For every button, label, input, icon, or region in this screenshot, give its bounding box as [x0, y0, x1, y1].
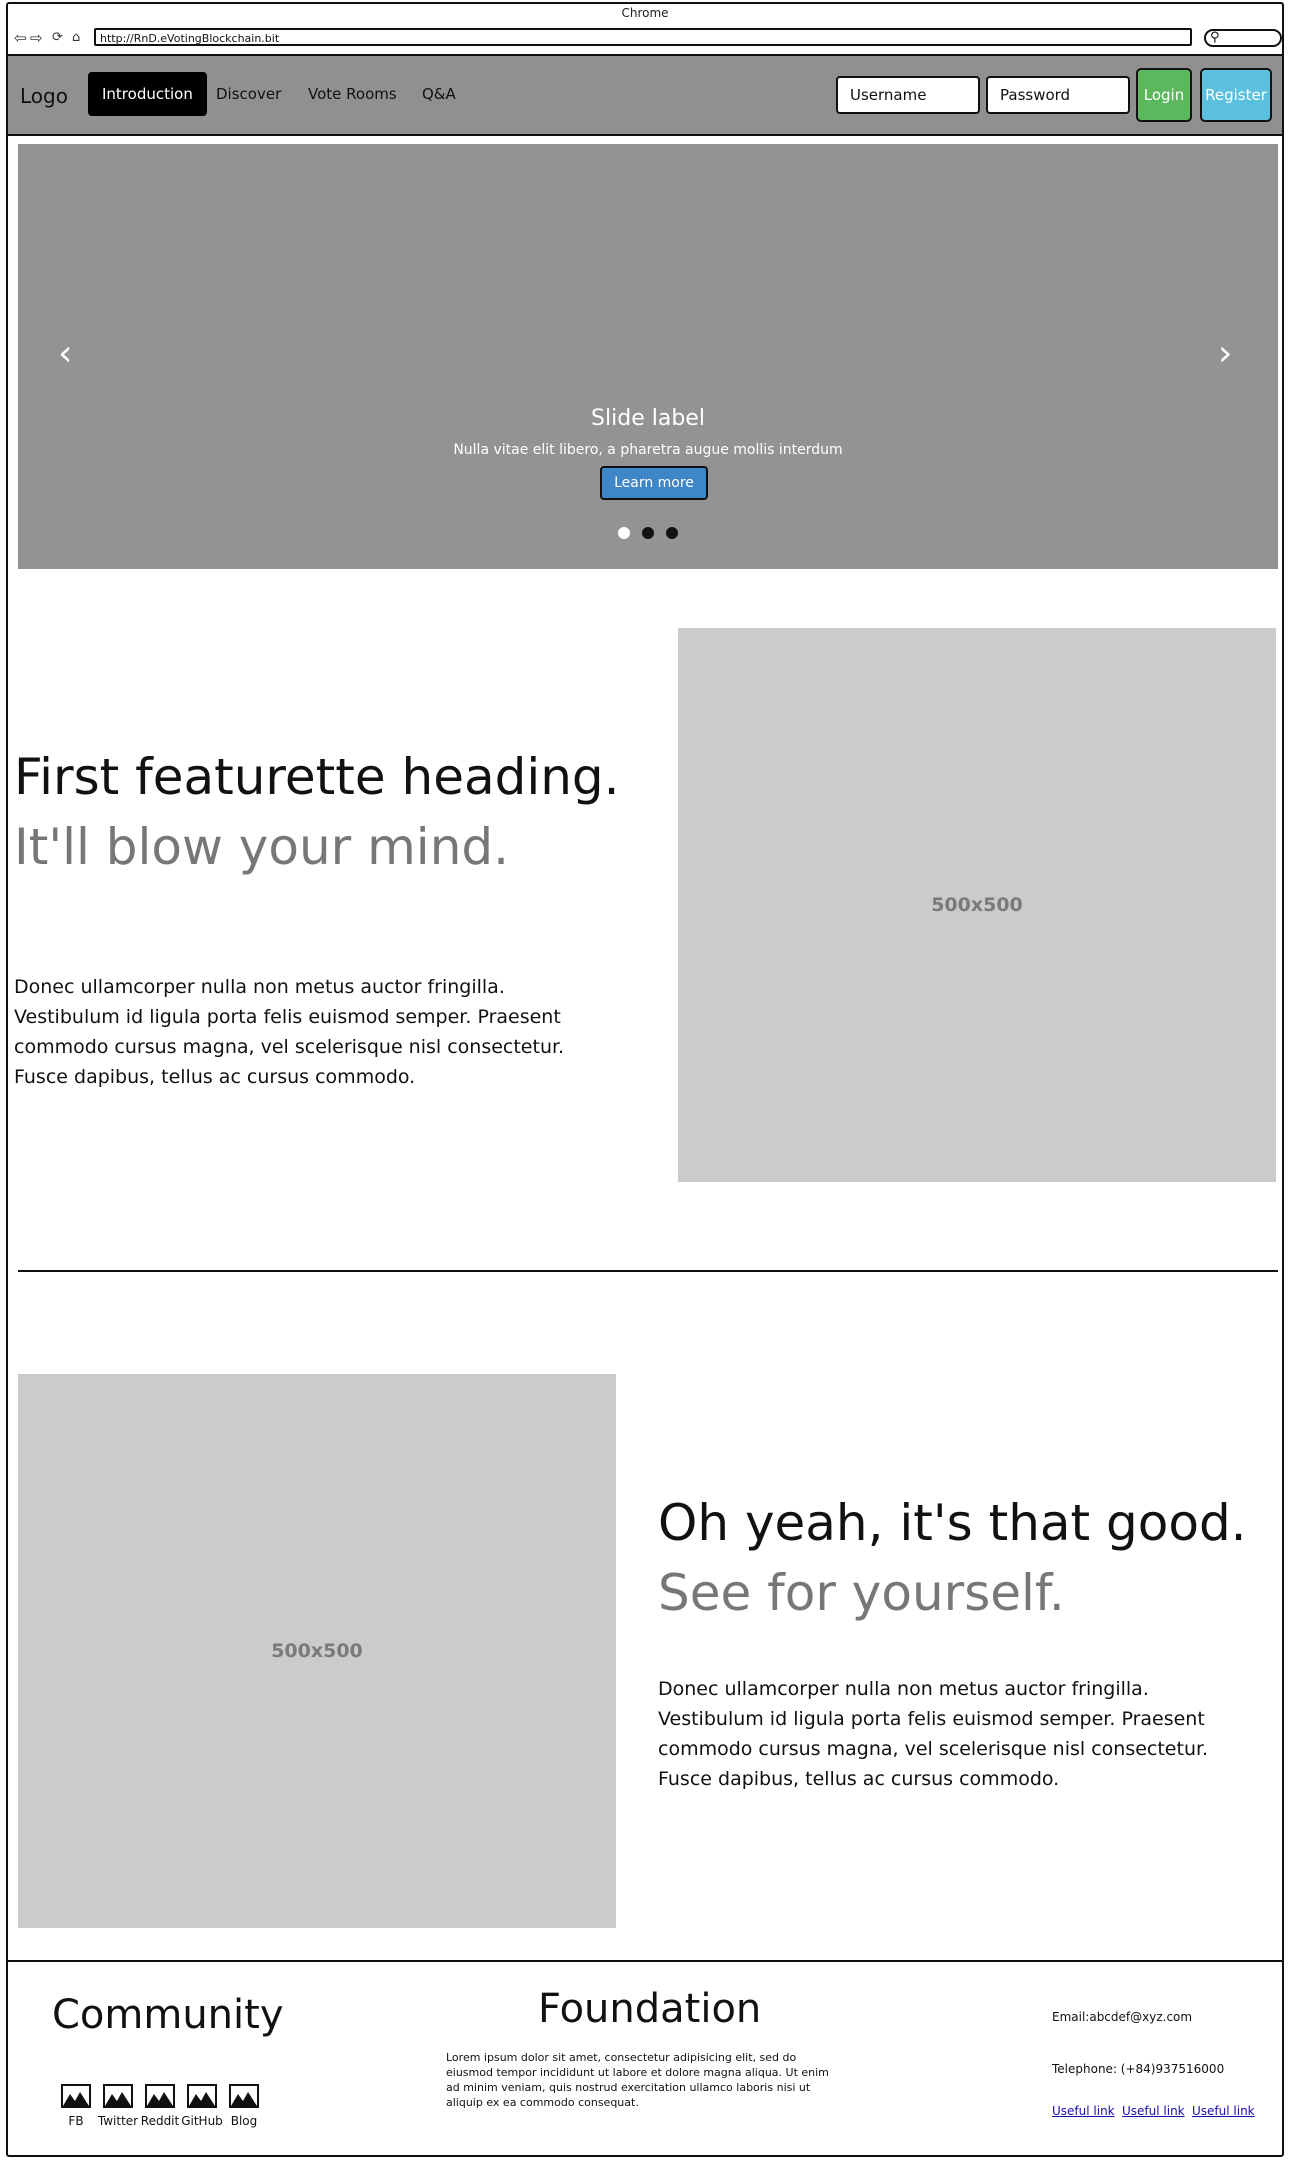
section-divider	[18, 1270, 1278, 1272]
site-navbar: Logo Introduction Discover Vote Rooms Q&…	[8, 56, 1282, 136]
carousel-indicator-2[interactable]	[642, 527, 654, 539]
featurette-1-text: Donec ullamcorper nulla non metus auctor…	[14, 976, 565, 1088]
reload-icon[interactable]: ⟳	[52, 28, 63, 48]
learn-more-button[interactable]: Learn more	[600, 466, 708, 500]
address-bar-row: ⇦ ⇨ ⟳ ⌂ http://RnD.eVotingBlockchain.bit…	[8, 24, 1282, 56]
footer-link-3[interactable]: Useful link	[1192, 2104, 1255, 2118]
foundation-text: Lorem ipsum dolor sit amet, consectetur …	[446, 2051, 829, 2109]
featurette-2-text: Donec ullamcorper nulla non metus auctor…	[658, 1678, 1209, 1790]
url-field[interactable]: http://RnD.eVotingBlockchain.bit	[94, 28, 1192, 46]
image-icon	[103, 2084, 133, 2108]
carousel-prev-icon[interactable]: ‹	[58, 334, 72, 374]
image-icon	[187, 2084, 217, 2108]
window-title: Chrome	[621, 6, 669, 20]
carousel-indicators	[18, 524, 1278, 543]
carousel-next-icon[interactable]: ›	[1218, 334, 1232, 374]
password-field[interactable]: Password	[986, 76, 1130, 114]
featurette-2-image-label: 500x500	[271, 1640, 363, 1662]
footer-link-2[interactable]: Useful link	[1122, 2104, 1185, 2118]
social-blog[interactable]: Blog	[228, 2084, 260, 2128]
browser-window: Chrome ⇦ ⇨ ⟳ ⌂ http://RnD.eVotingBlockch…	[6, 2, 1284, 2157]
carousel-indicator-3[interactable]	[666, 527, 678, 539]
hero-carousel: ‹ › Slide label Nulla vitae elit libero,…	[18, 144, 1278, 569]
featurette-2-heading-muted: See for yourself.	[658, 1564, 1065, 1622]
featurette-1-heading: First featurette heading. It'll blow you…	[14, 742, 654, 882]
slide-caption: Nulla vitae elit libero, a pharetra augu…	[453, 442, 843, 458]
social-reddit[interactable]: Reddit	[141, 2084, 179, 2128]
social-github[interactable]: GitHub	[181, 2084, 223, 2128]
nav-link-discover[interactable]: Discover	[202, 72, 295, 116]
slide-label: Slide label	[591, 406, 705, 431]
site-logo[interactable]: Logo	[20, 84, 68, 108]
featurette-2-heading: Oh yeah, it's that good. See for yoursel…	[658, 1488, 1284, 1628]
social-fb[interactable]: FB	[60, 2084, 92, 2128]
social-twitter[interactable]: Twitter	[98, 2084, 138, 2128]
contact-telephone: Telephone: (+84)937516000	[1052, 2062, 1225, 2076]
login-button[interactable]: Login	[1136, 68, 1192, 122]
nav-link-qa[interactable]: Q&A	[408, 72, 470, 116]
footer-link-1[interactable]: Useful link	[1052, 2104, 1115, 2118]
social-label-blog: Blog	[230, 2114, 258, 2128]
featurette-1-heading-muted: It'll blow your mind.	[14, 818, 510, 876]
home-icon[interactable]: ⌂	[72, 28, 80, 48]
image-icon	[229, 2084, 259, 2108]
contact-email: Email:abcdef@xyz.com	[1052, 2010, 1193, 2024]
nav-link-vote-rooms[interactable]: Vote Rooms	[294, 72, 411, 116]
register-button[interactable]: Register	[1200, 68, 1272, 122]
image-icon	[61, 2084, 91, 2108]
featurette-1-image: 500x500	[678, 628, 1276, 1182]
search-icon: ⚲	[1210, 30, 1220, 45]
featurette-1-image-label: 500x500	[931, 894, 1023, 916]
browser-search-field[interactable]: ⚲	[1204, 29, 1282, 47]
back-icon[interactable]: ⇦	[14, 28, 27, 48]
nav-link-introduction[interactable]: Introduction	[88, 72, 207, 116]
forward-icon[interactable]: ⇨	[30, 28, 43, 48]
username-field[interactable]: Username	[836, 76, 980, 114]
community-title: Community	[52, 1992, 284, 2038]
foundation-title: Foundation	[538, 1986, 762, 2032]
carousel-indicator-1[interactable]	[618, 527, 630, 539]
featurette-2-heading-main: Oh yeah, it's that good.	[658, 1494, 1247, 1552]
featurette-1-heading-main: First featurette heading.	[14, 748, 620, 806]
featurette-2-image: 500x500	[18, 1374, 616, 1928]
image-icon	[145, 2084, 175, 2108]
footer-divider	[8, 1960, 1282, 1962]
